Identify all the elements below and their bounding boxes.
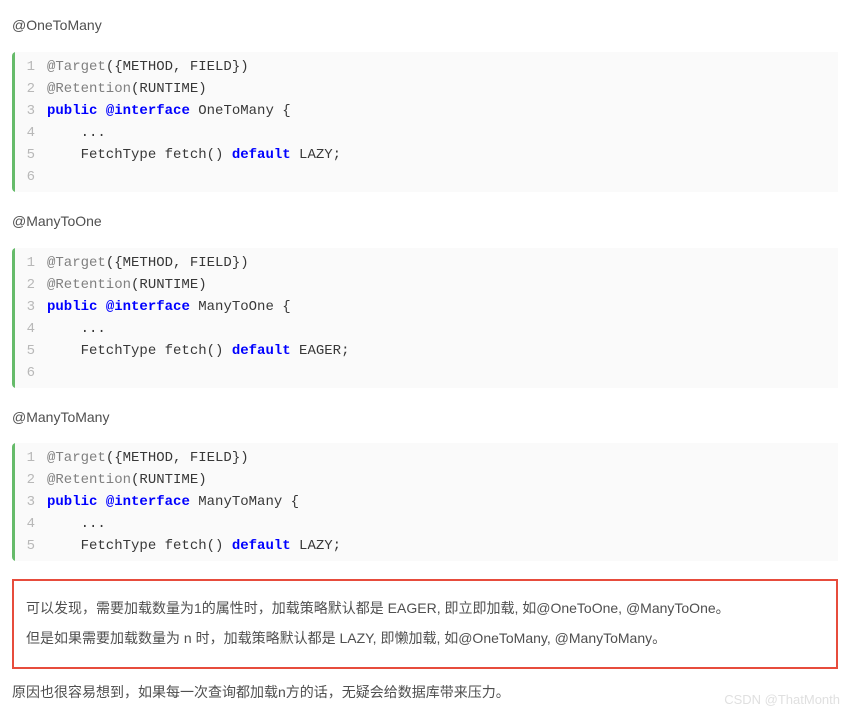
line-number: 1	[25, 252, 35, 274]
line-number: 1	[25, 56, 35, 78]
code-block-manytoone: 1 2 3 4 5 6 @Target({METHOD, FIELD}) @Re…	[12, 248, 838, 388]
code-token: default	[232, 538, 291, 554]
code-token	[97, 299, 105, 315]
code-token: FetchType fetch()	[47, 147, 232, 163]
code-token: LAZY;	[291, 147, 341, 163]
code-token: (RUNTIME)	[131, 81, 207, 97]
line-number: 4	[25, 318, 35, 340]
code-token: @Retention	[47, 81, 131, 97]
line-number: 4	[25, 513, 35, 535]
line-number: 3	[25, 491, 35, 513]
gutter: 1 2 3 4 5	[15, 443, 45, 561]
code-token: public	[47, 299, 97, 315]
line-number: 6	[25, 166, 35, 188]
line-number: 4	[25, 122, 35, 144]
code-token: @Retention	[47, 472, 131, 488]
heading-onetomany: @OneToMany	[12, 14, 838, 38]
heading-manytoone: @ManyToOne	[12, 210, 838, 234]
code-lines: @Target({METHOD, FIELD}) @Retention(RUNT…	[45, 443, 838, 561]
line-number: 3	[25, 100, 35, 122]
line-number: 5	[25, 340, 35, 362]
gutter: 1 2 3 4 5 6	[15, 248, 45, 388]
line-number: 5	[25, 535, 35, 557]
code-token: @Target	[47, 450, 106, 466]
code-token: ...	[47, 318, 828, 340]
code-token: LAZY;	[291, 538, 341, 554]
code-token: @Retention	[47, 277, 131, 293]
line-number: 6	[25, 362, 35, 384]
code-token: FetchType fetch()	[47, 538, 232, 554]
line-number: 2	[25, 469, 35, 491]
code-token: default	[232, 343, 291, 359]
code-token: (RUNTIME)	[131, 277, 207, 293]
code-token: public	[47, 103, 97, 119]
code-lines: @Target({METHOD, FIELD}) @Retention(RUNT…	[45, 52, 838, 192]
code-token: ...	[47, 122, 828, 144]
code-lines: @Target({METHOD, FIELD}) @Retention(RUNT…	[45, 248, 838, 388]
line-number: 1	[25, 447, 35, 469]
code-block-onetomany: 1 2 3 4 5 6 @Target({METHOD, FIELD}) @Re…	[12, 52, 838, 192]
footer-paragraph: 原因也很容易想到，如果每一次查询都加载n方的话，无疑会给数据库带来压力。	[12, 681, 838, 705]
code-token: EAGER;	[291, 343, 350, 359]
code-block-manytomany: 1 2 3 4 5 @Target({METHOD, FIELD}) @Rete…	[12, 443, 838, 561]
code-token: @Target	[47, 59, 106, 75]
line-number: 5	[25, 144, 35, 166]
line-number: 2	[25, 78, 35, 100]
code-token: ManyToOne {	[190, 299, 291, 315]
code-token: (RUNTIME)	[131, 472, 207, 488]
code-token: @interface	[106, 103, 190, 119]
gutter: 1 2 3 4 5 6	[15, 52, 45, 192]
line-number: 3	[25, 296, 35, 318]
code-token: FetchType fetch()	[47, 343, 232, 359]
code-token: @interface	[106, 299, 190, 315]
code-token: ({METHOD, FIELD})	[106, 450, 249, 466]
callout-p2: 但是如果需要加载数量为 n 时，加载策略默认都是 LAZY, 即懒加载, 如@O…	[26, 627, 824, 651]
code-token: @Target	[47, 255, 106, 271]
code-token	[97, 103, 105, 119]
code-token: ...	[47, 513, 828, 535]
line-number: 2	[25, 274, 35, 296]
heading-manytomany: @ManyToMany	[12, 406, 838, 430]
code-token: ManyToMany {	[190, 494, 299, 510]
code-token	[97, 494, 105, 510]
code-token: @interface	[106, 494, 190, 510]
code-token: OneToMany {	[190, 103, 291, 119]
callout-box: 可以发现，需要加载数量为1的属性时，加载策略默认都是 EAGER, 即立即加载,…	[12, 579, 838, 669]
callout-p1: 可以发现，需要加载数量为1的属性时，加载策略默认都是 EAGER, 即立即加载,…	[26, 597, 824, 621]
code-token: public	[47, 494, 97, 510]
code-token: ({METHOD, FIELD})	[106, 59, 249, 75]
code-token: default	[232, 147, 291, 163]
code-token: ({METHOD, FIELD})	[106, 255, 249, 271]
